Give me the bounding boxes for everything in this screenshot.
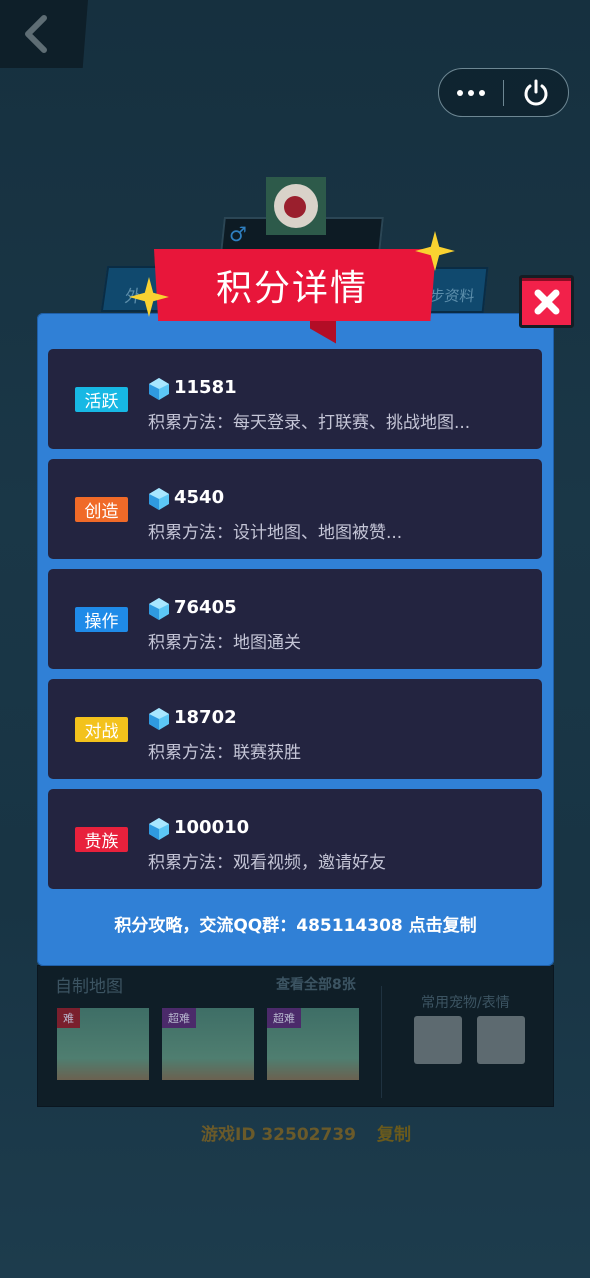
close-button[interactable]	[519, 275, 574, 328]
panel-divider	[381, 986, 382, 1098]
points-value: 18702	[174, 707, 237, 728]
points-row-noble: 贵族 100010 积累方法：观看视频，邀请好友	[48, 789, 542, 889]
category-tag: 创造	[75, 497, 128, 522]
points-row-battle: 对战 18702 积累方法：联赛获胜	[48, 679, 542, 779]
pets-title: 常用宠物/表情	[421, 995, 510, 1011]
close-x-icon	[534, 289, 559, 314]
copy-id-button[interactable]: 复制	[377, 1120, 411, 1145]
accumulation-method: 积累方法：联赛获胜	[148, 743, 301, 763]
difficulty-tag: 超难	[267, 1008, 301, 1028]
accumulation-method: 积累方法：地图通关	[148, 633, 301, 653]
more-dots-icon	[457, 89, 485, 96]
mini-program-capsule	[438, 68, 569, 117]
category-tag: 活跃	[75, 387, 128, 412]
points-row-create: 创造 4540 积累方法：设计地图、地图被赞...	[48, 459, 542, 559]
close-program-button[interactable]	[504, 69, 568, 116]
map-thumbnail[interactable]: 超难	[162, 1008, 254, 1080]
chevron-left-icon	[25, 15, 47, 53]
diamond-icon	[149, 708, 169, 730]
points-row-operate: 操作 76405 积累方法：地图通关	[48, 569, 542, 669]
qq-group-copy-link[interactable]: 积分攻略，交流QQ群：485114308 点击复制	[37, 911, 554, 936]
diamond-icon	[149, 488, 169, 510]
map-thumbnail[interactable]: 难	[57, 1008, 149, 1080]
diamond-icon	[149, 818, 169, 840]
category-tag: 贵族	[75, 827, 128, 852]
view-all-maps-link[interactable]: 查看全部8张	[276, 974, 356, 994]
power-icon	[524, 79, 548, 105]
modal-title-banner: 积分详情	[154, 249, 436, 321]
gender-icon: ♂	[229, 222, 247, 246]
sparkle-star-icon	[129, 277, 169, 317]
map-thumbnail[interactable]: 超难	[267, 1008, 359, 1080]
difficulty-tag: 超难	[162, 1008, 196, 1028]
game-id: 游戏ID 32502739	[201, 1125, 356, 1145]
difficulty-tag: 难	[57, 1008, 80, 1028]
accumulation-method: 积累方法：每天登录、打联赛、挑战地图...	[148, 413, 471, 433]
category-tag: 对战	[75, 717, 128, 742]
tab-profile-label: 步资料	[428, 287, 476, 305]
pet-item[interactable]	[414, 1016, 462, 1064]
diamond-icon	[149, 378, 169, 400]
points-row-active: 活跃 11581 积累方法：每天登录、打联赛、挑战地图...	[48, 349, 542, 449]
maps-title: 自制地图	[55, 977, 123, 997]
points-value: 4540	[174, 487, 225, 508]
points-value: 100010	[174, 817, 250, 838]
points-value: 11581	[174, 377, 237, 398]
more-button[interactable]	[439, 69, 503, 116]
back-button[interactable]	[0, 0, 88, 68]
diamond-icon	[149, 598, 169, 620]
profile-lower-panel: 自制地图 查看全部8张 难 超难 超难 常用宠物/表情	[37, 965, 554, 1107]
sparkle-star-icon	[415, 231, 455, 271]
points-value: 76405	[174, 597, 237, 618]
category-tag: 操作	[75, 607, 128, 632]
emote-item[interactable]	[477, 1016, 525, 1064]
accumulation-method: 积累方法：观看视频，邀请好友	[148, 853, 386, 873]
modal-title: 积分详情	[215, 268, 368, 309]
avatar	[266, 177, 326, 235]
accumulation-method: 积累方法：设计地图、地图被赞...	[148, 523, 403, 543]
